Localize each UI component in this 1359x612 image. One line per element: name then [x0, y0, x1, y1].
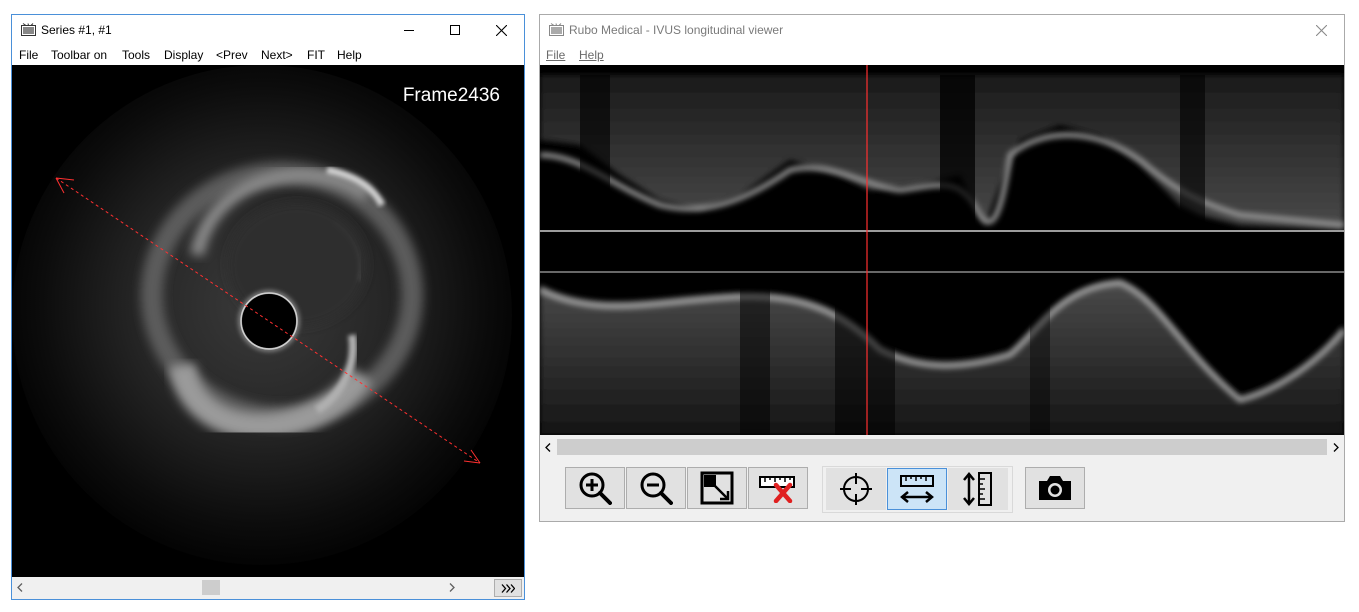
app-icon [21, 23, 36, 36]
scroll-right-button[interactable] [444, 579, 460, 596]
fast-forward-icon [501, 583, 515, 593]
series-window: Series #1, #1 File Toolbar on Tools Disp… [11, 14, 525, 600]
scroll-thumb[interactable] [557, 439, 1327, 455]
maximize-icon [450, 25, 460, 35]
scroll-thumb[interactable] [202, 580, 220, 595]
longitudinal-viewer-window: Rubo Medical - IVUS longitudinal viewer … [539, 14, 1345, 522]
zoom-in-button[interactable] [565, 467, 625, 509]
series-hscrollbar[interactable] [12, 579, 490, 596]
chevron-left-icon [17, 583, 23, 592]
close-button[interactable] [478, 15, 524, 45]
menu-next[interactable]: Next> [261, 48, 293, 62]
menu-display[interactable]: Display [164, 48, 203, 62]
menu-fit[interactable]: FIT [307, 48, 325, 62]
crosshair-icon [840, 473, 872, 505]
menu-file[interactable]: File [546, 48, 565, 62]
zoom-out-icon [640, 472, 673, 505]
series-menubar: File Toolbar on Tools Display <Prev Next… [12, 45, 524, 65]
crosshair-button[interactable] [826, 468, 886, 510]
scroll-left-button[interactable] [540, 437, 556, 457]
window-title: Series #1, #1 [41, 23, 112, 37]
toolbar-capture-group [1025, 466, 1087, 513]
maximize-button[interactable] [432, 15, 478, 45]
horizontal-measure-button[interactable] [887, 468, 947, 510]
viewer-titlebar[interactable]: Rubo Medical - IVUS longitudinal viewer [540, 15, 1344, 45]
delete-measure-button[interactable] [748, 467, 808, 509]
close-icon [495, 24, 507, 36]
ivus-image [12, 65, 512, 565]
menu-prev[interactable]: <Prev [216, 48, 248, 62]
menu-tools[interactable]: Tools [122, 48, 150, 62]
vertical-measure-button[interactable] [948, 468, 1008, 510]
window-title: Rubo Medical - IVUS longitudinal viewer [569, 23, 784, 37]
series-titlebar[interactable]: Series #1, #1 [12, 15, 524, 45]
close-icon [1315, 24, 1327, 36]
scroll-right-button[interactable] [1328, 437, 1344, 457]
vertical-measure-icon [963, 472, 992, 506]
chevron-left-icon [545, 442, 551, 452]
toolbar-view-group [565, 466, 811, 513]
fit-to-window-button[interactable] [687, 467, 747, 509]
zoom-out-button[interactable] [626, 467, 686, 509]
close-button[interactable] [1298, 15, 1344, 45]
minimize-icon [404, 30, 414, 31]
fit-to-window-icon [700, 471, 734, 505]
frame-label: Frame2436 [402, 85, 500, 106]
delete-measure-icon [759, 476, 795, 503]
menu-file[interactable]: File [19, 48, 38, 62]
menu-help[interactable]: Help [337, 48, 362, 62]
longitudinal-ivus-image [540, 65, 1344, 435]
viewer-hscrollbar[interactable] [540, 437, 1344, 457]
menu-help[interactable]: Help [579, 48, 604, 62]
toolbar-measure-group [822, 466, 1013, 513]
chevron-right-icon [1333, 442, 1339, 452]
fast-forward-button[interactable] [494, 579, 522, 597]
horizontal-measure-icon [900, 475, 934, 503]
chevron-right-icon [449, 583, 455, 592]
minimize-button[interactable] [386, 15, 432, 45]
longitudinal-image[interactable] [540, 65, 1344, 435]
zoom-in-icon [579, 472, 612, 505]
camera-icon [1039, 476, 1071, 500]
menu-toolbar-on[interactable]: Toolbar on [51, 48, 107, 62]
scroll-left-button[interactable] [12, 579, 28, 596]
ivus-cross-section-image[interactable]: Frame2436 [12, 65, 524, 577]
viewer-menubar: File Help [540, 45, 1344, 65]
app-icon [549, 23, 564, 36]
snapshot-button[interactable] [1025, 467, 1085, 509]
